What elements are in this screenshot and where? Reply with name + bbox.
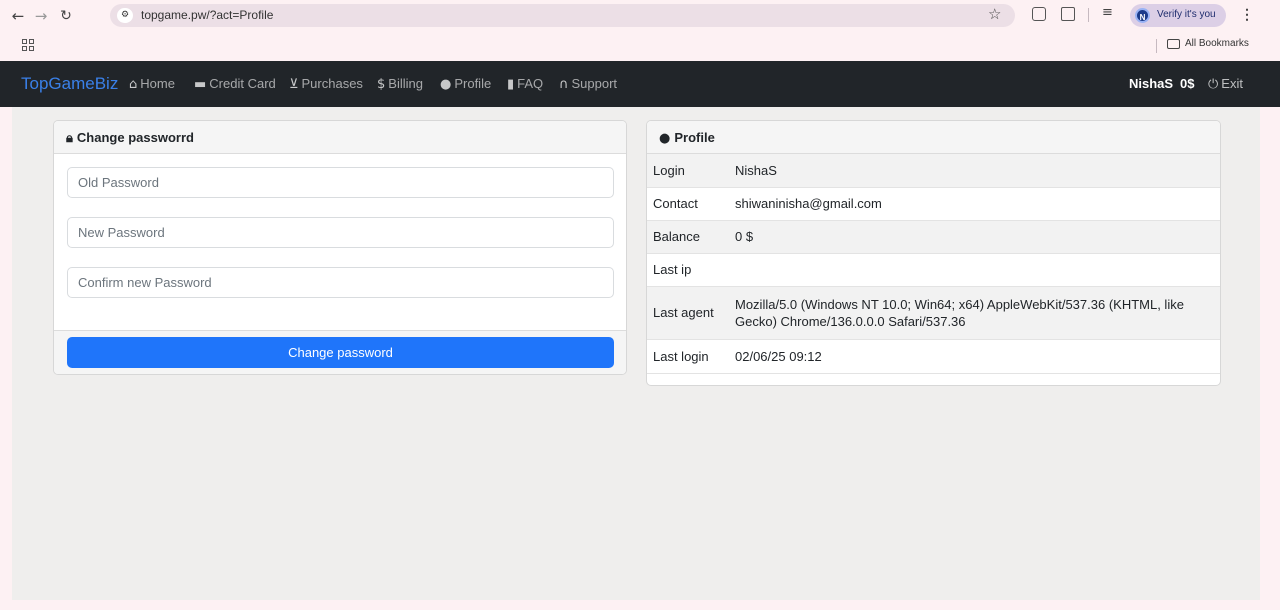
- bookmark-star-icon[interactable]: ☆: [988, 5, 1001, 23]
- nav-credit-card-label: Credit Card: [209, 76, 276, 91]
- profile-title: Profile: [674, 130, 715, 145]
- row-key: Last login: [647, 339, 729, 374]
- home-icon: ⌂: [129, 77, 138, 92]
- row-value: [729, 253, 1220, 287]
- page-content: 🔒︎ Change passworrd Change password ● Prof…: [12, 107, 1260, 600]
- table-row: Contact shiwaninisha@gmail.com: [647, 187, 1220, 221]
- table-row: Last agent Mozilla/5.0 (Windows NT 10.0;…: [647, 286, 1220, 340]
- profile-header: ● Profile: [647, 121, 1220, 154]
- reading-list-icon[interactable]: ≡: [1102, 5, 1113, 20]
- browser-toolbar: ← → ↻ ⚙ topgame.pw/?act=Profile ☆ ≡ N Ve…: [0, 0, 1280, 31]
- table-row: Last ip: [647, 253, 1220, 287]
- change-password-header: 🔒︎ Change passworrd: [54, 121, 626, 154]
- change-password-card: 🔒︎ Change passworrd Change password: [53, 120, 627, 375]
- change-password-footer: Change password: [54, 330, 626, 374]
- nav-profile-label: Profile: [454, 76, 492, 91]
- change-password-title: Change passworrd: [76, 130, 194, 145]
- extension-icon[interactable]: [1032, 7, 1046, 21]
- all-bookmarks-button[interactable]: All Bookmarks: [1167, 38, 1249, 49]
- nav-home[interactable]: ⌂ Home: [129, 76, 175, 92]
- nav-credit-card[interactable]: ▬ Credit Card: [194, 76, 276, 92]
- profile-card: ● Profile Login NishaS Contact shiwaninis…: [646, 120, 1221, 386]
- menu-kebab-icon[interactable]: ⋮: [1240, 6, 1254, 23]
- apps-grid-icon[interactable]: [22, 39, 34, 51]
- back-arrow-icon[interactable]: ←: [8, 6, 28, 26]
- row-value: NishaS: [729, 154, 1220, 188]
- site-info-icon[interactable]: ⚙: [117, 8, 133, 23]
- nav-purchases[interactable]: ⊻ Purchases: [289, 76, 363, 92]
- row-key: Last agent: [647, 286, 729, 340]
- folder-icon: [1167, 38, 1180, 49]
- lock-icon: 🔒︎: [66, 131, 73, 146]
- book-icon: ▮: [507, 77, 515, 92]
- all-bookmarks-label: All Bookmarks: [1185, 38, 1249, 49]
- row-value: 02/06/25 09:12: [729, 339, 1220, 374]
- profile-avatar: N: [1135, 8, 1150, 23]
- new-password-input[interactable]: [67, 217, 614, 248]
- profile-table: Login NishaS Contact shiwaninisha@gmail.…: [647, 154, 1220, 374]
- user-icon: ●: [659, 131, 671, 146]
- nav-support[interactable]: ∩ Support: [559, 76, 617, 92]
- row-value: Mozilla/5.0 (Windows NT 10.0; Win64; x64…: [729, 286, 1220, 340]
- url-text: topgame.pw/?act=Profile: [141, 8, 274, 22]
- nav-faq-label: FAQ: [517, 76, 544, 91]
- nav-faq[interactable]: ▮ FAQ: [507, 76, 543, 92]
- user-icon: ●: [440, 77, 452, 92]
- power-icon: ⏻: [1208, 77, 1219, 92]
- bookmarks-bar: [0, 31, 1280, 61]
- verify-profile-button[interactable]: N Verify it's you: [1130, 4, 1226, 27]
- brand-link[interactable]: TopGameBiz: [21, 74, 118, 94]
- confirm-password-input[interactable]: [67, 267, 614, 298]
- row-key: Contact: [647, 187, 729, 221]
- dollar-icon: $: [377, 77, 386, 92]
- nav-home-label: Home: [140, 76, 175, 91]
- nav-support-label: Support: [571, 76, 618, 91]
- exit-link[interactable]: ⏻ Exit: [1208, 76, 1243, 92]
- headphones-icon: ∩: [559, 77, 569, 92]
- address-bar[interactable]: ⚙ topgame.pw/?act=Profile: [110, 4, 1015, 27]
- nav-profile[interactable]: ● Profile: [440, 76, 491, 92]
- change-password-button[interactable]: Change password: [67, 337, 614, 368]
- nav-billing-label: Billing: [388, 76, 423, 91]
- reload-icon[interactable]: ↻: [56, 6, 76, 26]
- row-value: shiwaninisha@gmail.com: [729, 187, 1220, 221]
- nav-balance: 0$: [1180, 76, 1195, 91]
- cart-icon: ⊻: [289, 77, 299, 92]
- table-row: Balance 0 $: [647, 220, 1220, 254]
- credit-card-icon: ▬: [194, 77, 207, 92]
- forward-arrow-icon[interactable]: →: [31, 6, 51, 26]
- old-password-input[interactable]: [67, 167, 614, 198]
- table-row: Login NishaS: [647, 154, 1220, 188]
- verify-label: Verify it's you: [1157, 9, 1216, 20]
- row-key: Balance: [647, 220, 729, 254]
- table-row: Last login 02/06/25 09:12: [647, 339, 1220, 374]
- puzzle-icon[interactable]: [1061, 7, 1075, 21]
- nav-purchases-label: Purchases: [301, 76, 363, 91]
- row-key: Login: [647, 154, 729, 188]
- row-key: Last ip: [647, 253, 729, 287]
- bookmarks-divider: [1156, 39, 1157, 53]
- toolbar-divider: [1088, 8, 1089, 22]
- nav-billing[interactable]: $ Billing: [377, 76, 423, 92]
- row-value: 0 $: [729, 220, 1220, 254]
- exit-label: Exit: [1221, 76, 1243, 91]
- username: NishaS: [1129, 76, 1174, 91]
- site-navbar: TopGameBiz ⌂ Home ▬ Credit Card ⊻ Purchases…: [0, 61, 1280, 107]
